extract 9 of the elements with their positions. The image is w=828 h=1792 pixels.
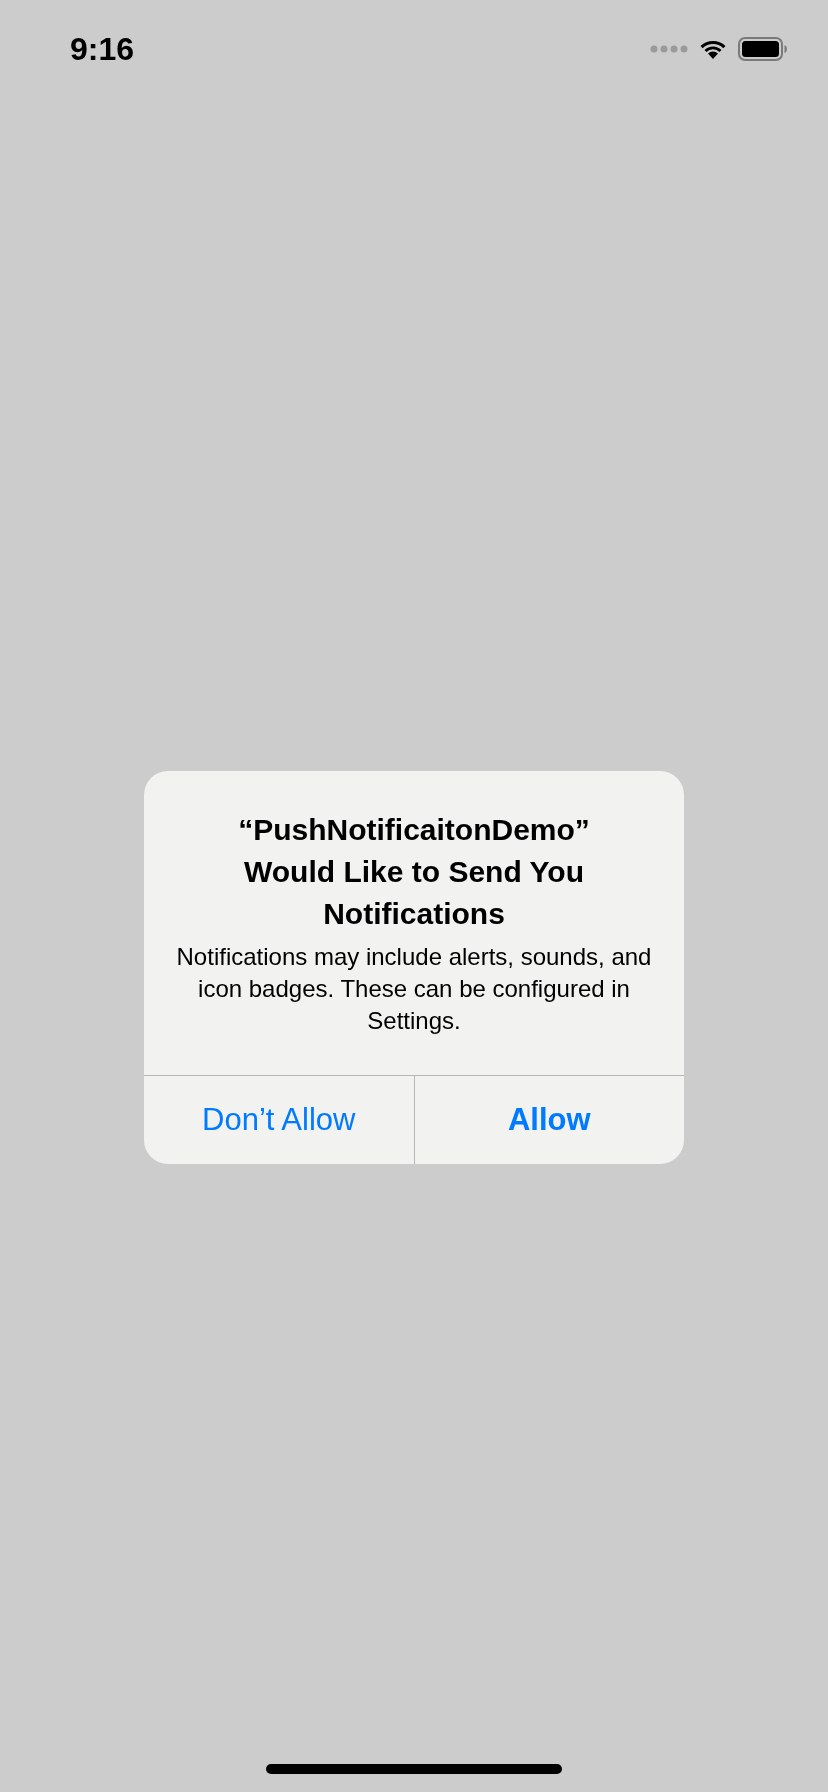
dont-allow-button[interactable]: Don’t Allow — [144, 1075, 414, 1164]
allow-button[interactable]: Allow — [413, 1075, 684, 1164]
home-indicator[interactable] — [266, 1764, 562, 1774]
wifi-icon — [698, 38, 728, 60]
alert-message: Notifications may include alerts, sounds, and icon badges. These can be configured in Settings. — [176, 941, 652, 1036]
signal-icon — [650, 45, 688, 53]
alert-title: “PushNotificaitonDemo” Would Like to Send You Notifications — [237, 811, 591, 932]
status-time: 9:16 — [70, 30, 135, 68]
battery-icon — [738, 37, 788, 61]
